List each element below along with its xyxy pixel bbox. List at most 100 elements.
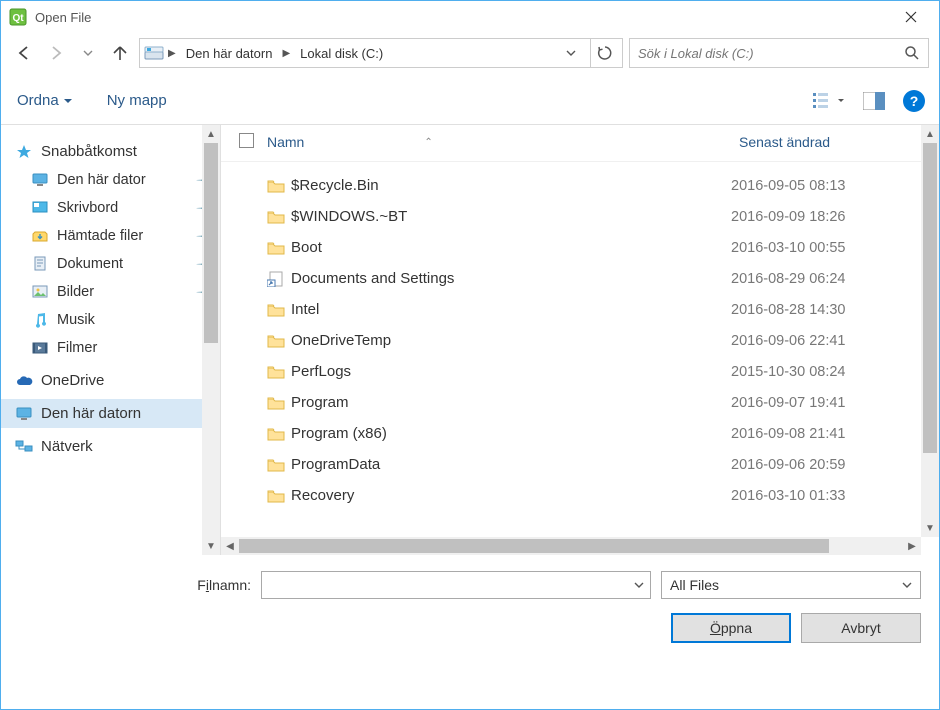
close-button[interactable] xyxy=(891,1,931,33)
scroll-thumb[interactable] xyxy=(923,143,937,453)
file-row[interactable]: Program2016-09-07 19:41 xyxy=(267,387,939,418)
breadcrumb-this-pc[interactable]: Den här datorn xyxy=(180,44,279,63)
column-headers: Namn ⌃ Senast ändrad xyxy=(221,125,939,162)
sidebar-videos[interactable]: Filmer xyxy=(1,334,220,362)
scroll-right-icon[interactable]: ▶ xyxy=(903,537,921,555)
refresh-button[interactable] xyxy=(590,39,618,67)
file-date: 2016-09-09 18:26 xyxy=(731,209,939,225)
sidebar: Snabbåtkomst Den här dator 📌 Skrivbord 📌… xyxy=(1,125,221,555)
scroll-down-icon[interactable]: ▼ xyxy=(921,519,939,537)
up-button[interactable] xyxy=(107,40,133,66)
filename-label: Filnamn: xyxy=(1,577,251,593)
sidebar-this-pc[interactable]: Den här datorn xyxy=(1,399,220,428)
folder-icon xyxy=(267,334,291,348)
chevron-right-icon[interactable]: ▶ xyxy=(168,48,176,59)
breadcrumb-drive[interactable]: Lokal disk (C:) xyxy=(294,44,389,63)
sidebar-downloads[interactable]: Hämtade filer 📌 xyxy=(1,222,220,250)
file-date: 2016-09-08 21:41 xyxy=(731,426,939,442)
file-row[interactable]: $WINDOWS.~BT2016-09-09 18:26 xyxy=(267,201,939,232)
new-folder-button[interactable]: Ny mapp xyxy=(105,86,169,115)
file-name: ProgramData xyxy=(291,456,731,473)
scroll-thumb[interactable] xyxy=(239,539,829,553)
file-row[interactable]: $Recycle.Bin2016-09-05 08:13 xyxy=(267,170,939,201)
column-name[interactable]: Namn xyxy=(267,134,304,150)
sidebar-item-label: Nätverk xyxy=(41,438,93,455)
back-button[interactable] xyxy=(11,40,37,66)
file-vscrollbar[interactable]: ▲ ▼ xyxy=(921,125,939,537)
select-all-checkbox[interactable] xyxy=(239,133,267,151)
chevron-right-icon[interactable]: ▶ xyxy=(282,48,290,59)
toolbar: Ordna Ny mapp ? xyxy=(1,77,939,125)
sidebar-network[interactable]: Nätverk xyxy=(1,432,220,461)
scroll-up-icon[interactable]: ▲ xyxy=(202,125,220,143)
address-bar[interactable]: ▶ Den här datorn ▶ Lokal disk (C:) xyxy=(139,38,623,68)
file-name: $WINDOWS.~BT xyxy=(291,208,731,225)
search-icon[interactable] xyxy=(904,45,920,61)
folder-icon xyxy=(267,427,291,441)
view-mode-button[interactable] xyxy=(813,92,845,110)
scroll-up-icon[interactable]: ▲ xyxy=(921,125,939,143)
cancel-button[interactable]: Avbryt xyxy=(801,613,921,643)
file-hscrollbar[interactable]: ◀ ▶ xyxy=(221,537,921,555)
file-row[interactable]: PerfLogs2015-10-30 08:24 xyxy=(267,356,939,387)
column-modified[interactable]: Senast ändrad xyxy=(739,134,929,150)
address-dropdown[interactable] xyxy=(560,48,582,58)
sidebar-item-label: Snabbåtkomst xyxy=(41,143,137,160)
scroll-left-icon[interactable]: ◀ xyxy=(221,537,239,555)
forward-button[interactable] xyxy=(43,40,69,66)
file-date: 2016-08-29 06:24 xyxy=(731,271,939,287)
filename-input[interactable] xyxy=(261,571,651,599)
chevron-down-icon xyxy=(902,580,912,590)
downloads-icon xyxy=(31,228,49,244)
file-date: 2016-08-28 14:30 xyxy=(731,302,939,318)
file-row[interactable]: Program (x86)2016-09-08 21:41 xyxy=(267,418,939,449)
documents-icon xyxy=(31,256,49,272)
preview-pane-button[interactable] xyxy=(863,92,885,110)
scroll-down-icon[interactable]: ▼ xyxy=(202,537,220,555)
folder-icon xyxy=(267,179,291,193)
help-button[interactable]: ? xyxy=(903,90,925,112)
sidebar-documents[interactable]: Dokument 📌 xyxy=(1,250,220,278)
file-type-filter[interactable]: All Files xyxy=(661,571,921,599)
search-input[interactable] xyxy=(638,46,904,61)
folder-icon xyxy=(267,365,291,379)
file-pane: Namn ⌃ Senast ändrad $Recycle.Bin2016-09… xyxy=(221,125,939,555)
folder-icon xyxy=(267,458,291,472)
file-row[interactable]: Documents and Settings2016-08-29 06:24 xyxy=(267,263,939,294)
file-name: Intel xyxy=(291,301,731,318)
monitor-icon xyxy=(15,406,33,422)
file-row[interactable]: ProgramData2016-09-06 20:59 xyxy=(267,449,939,480)
sidebar-pictures[interactable]: Bilder 📌 xyxy=(1,278,220,306)
file-name: OneDriveTemp xyxy=(291,332,731,349)
sidebar-item-label: Skrivbord xyxy=(57,200,118,216)
svg-text:Qt: Qt xyxy=(12,13,24,24)
file-row[interactable]: Intel2016-08-28 14:30 xyxy=(267,294,939,325)
scroll-thumb[interactable] xyxy=(204,143,218,343)
sidebar-scrollbar[interactable]: ▲ ▼ xyxy=(202,125,220,555)
desktop-icon xyxy=(31,200,49,216)
sidebar-music[interactable]: Musik xyxy=(1,306,220,334)
file-name: Recovery xyxy=(291,487,731,504)
organize-menu[interactable]: Ordna xyxy=(15,86,75,115)
file-row[interactable]: Boot2016-03-10 00:55 xyxy=(267,232,939,263)
app-icon: Qt xyxy=(9,8,27,26)
window-title: Open File xyxy=(35,10,891,25)
sidebar-quick-access[interactable]: Snabbåtkomst xyxy=(1,137,220,166)
sidebar-this-pc-sub[interactable]: Den här dator 📌 xyxy=(1,166,220,194)
open-button[interactable]: Öppna xyxy=(671,613,791,643)
sidebar-item-label: OneDrive xyxy=(41,372,104,389)
sidebar-onedrive[interactable]: OneDrive xyxy=(1,366,220,395)
recent-dropdown[interactable] xyxy=(75,40,101,66)
sidebar-item-label: Filmer xyxy=(57,340,97,356)
sidebar-desktop[interactable]: Skrivbord 📌 xyxy=(1,194,220,222)
cloud-icon xyxy=(15,373,33,389)
search-box[interactable] xyxy=(629,38,929,68)
file-date: 2015-10-30 08:24 xyxy=(731,364,939,380)
file-row[interactable]: Recovery2016-03-10 01:33 xyxy=(267,480,939,511)
file-list[interactable]: $Recycle.Bin2016-09-05 08:13$WINDOWS.~BT… xyxy=(221,162,939,555)
folder-icon xyxy=(267,210,291,224)
organize-label: Ordna xyxy=(17,92,59,109)
sidebar-item-label: Den här dator xyxy=(57,172,146,188)
folder-icon xyxy=(267,396,291,410)
file-row[interactable]: OneDriveTemp2016-09-06 22:41 xyxy=(267,325,939,356)
